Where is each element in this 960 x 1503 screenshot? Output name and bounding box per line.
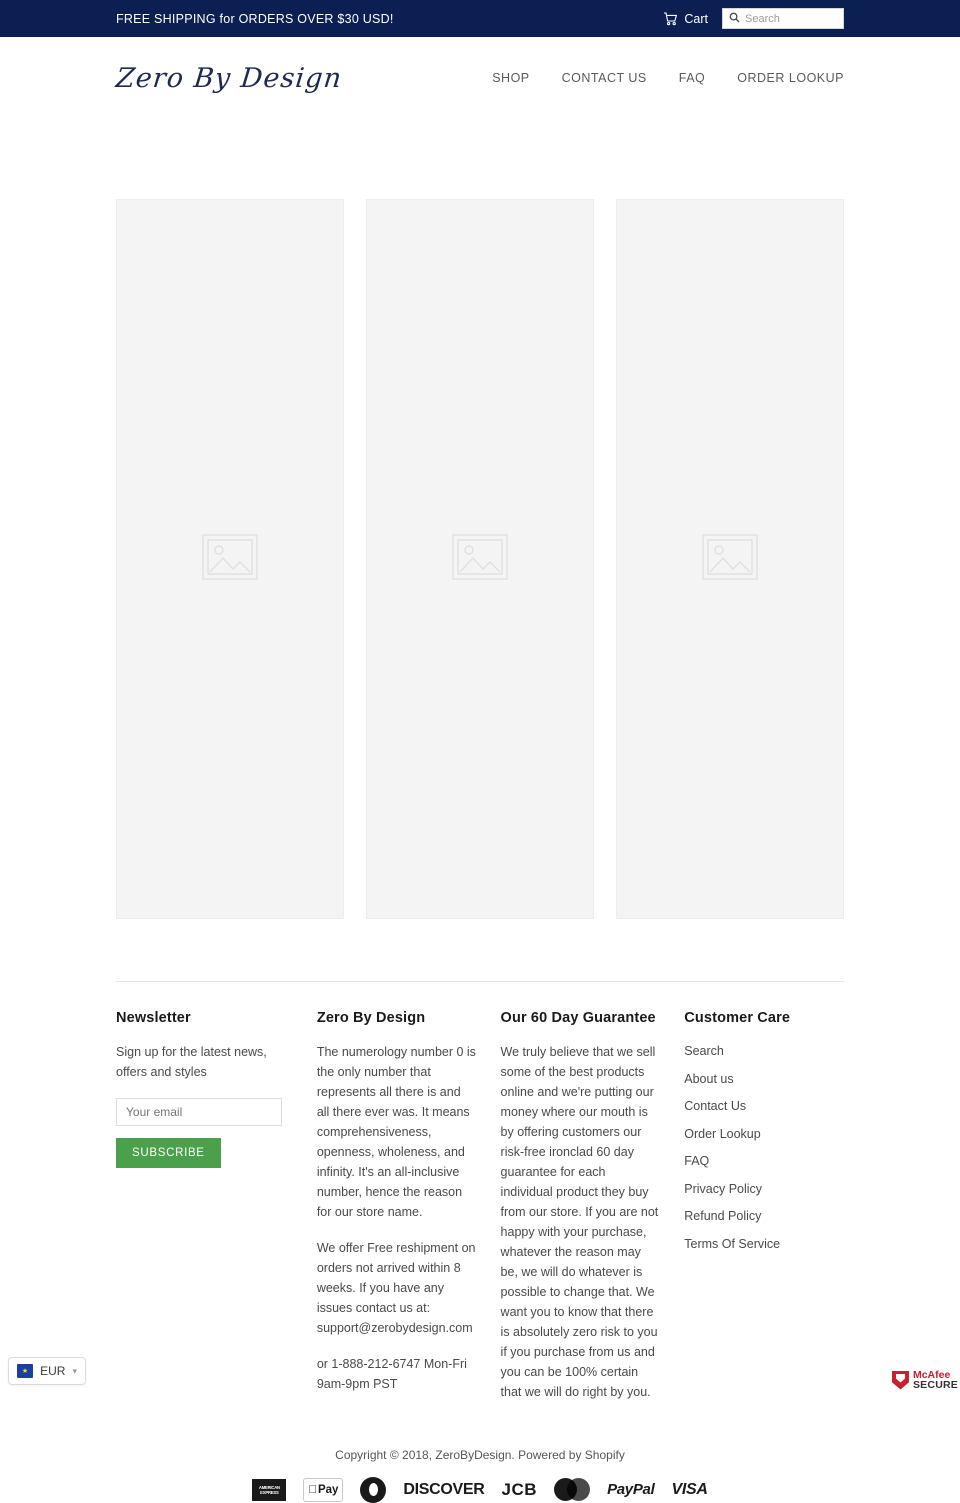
footer-column-newsletter: Newsletter Sign up for the latest news, … xyxy=(116,1010,293,1418)
announcement-bar: FREE SHIPPING for ORDERS OVER $30 USD! C… xyxy=(0,0,960,37)
list-item: Refund Policy xyxy=(684,1207,844,1225)
eu-flag-icon: ★ xyxy=(17,1364,34,1378)
list-item: Privacy Policy xyxy=(684,1180,844,1198)
mcafee-line-2: SECURE xyxy=(912,1379,958,1391)
image-placeholder-icon xyxy=(452,533,508,585)
list-item: Search xyxy=(684,1042,844,1060)
currency-code: EUR xyxy=(40,1364,66,1378)
about-paragraph-3: or 1-888-212-6747 Mon-Fri 9am-9pm PST xyxy=(316,1357,467,1391)
visa-icon: VISA xyxy=(671,1480,708,1498)
footer-column-customer-care: Customer Care Search About us Contact Us… xyxy=(684,1010,844,1418)
image-placeholder-icon xyxy=(202,533,258,585)
list-item: About us xyxy=(684,1070,844,1088)
mcafee-secure-badge[interactable]: McAfee SECURE xyxy=(891,1370,958,1391)
about-heading: Zero By Design xyxy=(316,1010,426,1026)
care-link-terms-of-service[interactable]: Terms Of Service xyxy=(684,1237,780,1251)
image-placeholder-icon xyxy=(702,533,758,585)
product-card[interactable] xyxy=(616,199,844,919)
discover-icon: DISCOVER xyxy=(403,1480,485,1498)
cart-label: Cart xyxy=(684,11,708,26)
announcement-actions: Cart Search xyxy=(663,8,844,29)
care-link-search[interactable]: Search xyxy=(684,1044,724,1058)
footer-column-guarantee: Our 60 Day Guarantee We truly believe th… xyxy=(501,1010,661,1418)
care-link-privacy-policy[interactable]: Privacy Policy xyxy=(684,1182,762,1196)
email-field[interactable] xyxy=(116,1098,282,1126)
guarantee-heading: Our 60 Day Guarantee xyxy=(500,1010,656,1026)
nav-item-order-lookup[interactable]: ORDER LOOKUP xyxy=(737,71,844,85)
about-paragraph-1: The numerology number 0 is the only numb… xyxy=(316,1045,476,1219)
main-navigation: SHOP CONTACT US FAQ ORDER LOOKUP xyxy=(492,71,844,85)
american-express-icon: AMERICAN EXPRESS xyxy=(252,1478,287,1501)
product-card[interactable] xyxy=(366,199,594,919)
customer-care-heading: Customer Care xyxy=(684,1010,791,1026)
jcb-icon: JCB xyxy=(501,1479,538,1499)
shopping-cart-icon xyxy=(663,11,678,26)
paypal-icon: PayPal xyxy=(607,1481,655,1498)
care-link-faq[interactable]: FAQ xyxy=(684,1154,709,1168)
care-link-contact-us[interactable]: Contact Us xyxy=(684,1099,746,1113)
care-link-order-lookup[interactable]: Order Lookup xyxy=(684,1127,760,1141)
footer-column-about: Zero By Design The numerology number 0 i… xyxy=(317,1010,477,1418)
nav-item-shop[interactable]: SHOP xyxy=(492,71,529,85)
nav-item-faq[interactable]: FAQ xyxy=(679,71,706,85)
cart-link[interactable]: Cart xyxy=(663,12,708,26)
payment-methods: AMERICANEXPRESS Pay DISCOVER JCB PayPal… xyxy=(0,1476,960,1503)
mastercard-icon xyxy=(554,1478,591,1501)
diners-club-icon xyxy=(360,1476,387,1503)
product-grid xyxy=(0,119,960,919)
product-card[interactable] xyxy=(116,199,344,919)
list-item: Contact Us xyxy=(684,1097,844,1115)
about-paragraph-2: We offer Free reshipment on orders not a… xyxy=(316,1241,476,1335)
care-link-about-us[interactable]: About us xyxy=(684,1072,733,1086)
care-link-refund-policy[interactable]: Refund Policy xyxy=(684,1209,761,1223)
apple-pay-icon: Pay xyxy=(303,1477,344,1502)
shield-icon xyxy=(891,1370,909,1390)
site-header: Zero By Design SHOP CONTACT US FAQ ORDER… xyxy=(0,37,960,119)
list-item: Terms Of Service xyxy=(684,1235,844,1253)
announcement-text: FREE SHIPPING for ORDERS OVER $30 USD! xyxy=(116,11,394,26)
newsletter-description: Sign up for the latest news, offers and … xyxy=(116,1045,267,1079)
mcafee-secure-label: McAfee SECURE xyxy=(912,1370,958,1391)
list-item: FAQ xyxy=(684,1152,844,1170)
guarantee-paragraph: We truly believe that we sell some of th… xyxy=(500,1045,659,1399)
search-icon xyxy=(729,10,740,28)
nav-item-contact-us[interactable]: CONTACT US xyxy=(562,71,647,85)
site-footer: Newsletter Sign up for the latest news, … xyxy=(116,981,844,1418)
chevron-down-icon: ▾ xyxy=(72,1365,77,1376)
site-logo[interactable]: Zero By Design xyxy=(114,63,343,94)
subscribe-button[interactable]: SUBSCRIBE xyxy=(116,1138,221,1168)
list-item: Order Lookup xyxy=(684,1125,844,1143)
search-placeholder: Search xyxy=(745,12,780,25)
currency-selector[interactable]: ★ EUR ▾ xyxy=(8,1357,86,1385)
customer-care-links: Search About us Contact Us Order Lookup … xyxy=(684,1042,844,1253)
copyright-text: Copyright © 2018, ZeroByDesign. Powered … xyxy=(335,1448,625,1462)
newsletter-heading: Newsletter xyxy=(116,1010,191,1026)
search-input[interactable]: Search xyxy=(722,8,844,29)
